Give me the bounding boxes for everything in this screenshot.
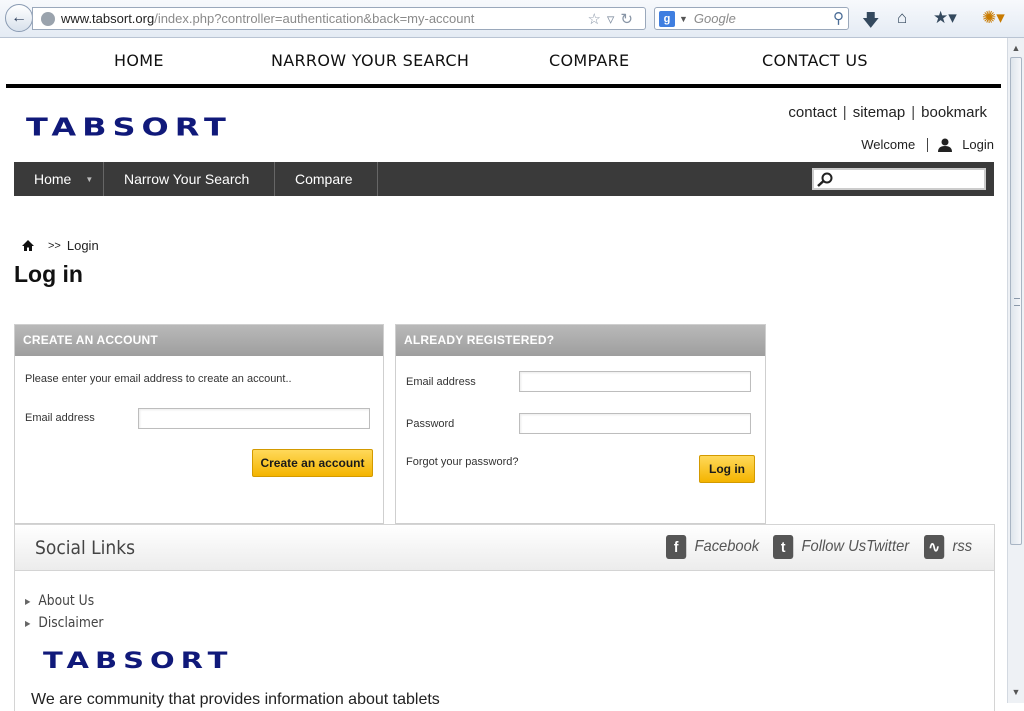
site-logo[interactable]: TABSORT	[26, 112, 232, 142]
menu-narrow-label: Narrow Your Search	[124, 171, 250, 187]
chevron-down-icon: ▼	[85, 174, 94, 184]
scroll-up-icon[interactable]: ▲	[1008, 40, 1024, 56]
url-path: /index.php?controller=authentication&bac…	[154, 11, 475, 26]
password-field[interactable]	[519, 413, 751, 434]
search-placeholder: Google	[693, 11, 736, 26]
breadcrumb: >> Login	[22, 238, 99, 253]
login-link[interactable]: Login	[962, 137, 994, 152]
rss-label: rss	[952, 538, 973, 555]
topnav-narrow-search[interactable]: NARROW YOUR SEARCH	[271, 51, 469, 70]
menu-narrow-search[interactable]: Narrow Your Search	[104, 162, 275, 196]
home-icon[interactable]: ⌂	[897, 8, 907, 28]
search-icon[interactable]: ⚲	[833, 9, 844, 27]
forgot-password-link[interactable]: Forgot your password?	[406, 456, 519, 468]
contact-link[interactable]: contact	[788, 104, 836, 121]
social-links-bar: Social Links f Facebook t Follow UsTwitter…	[14, 524, 995, 571]
dropdown-icon[interactable]: ▿	[607, 11, 621, 28]
twitter-icon: t	[773, 535, 794, 559]
sitemap-link[interactable]: sitemap	[853, 104, 906, 121]
topnav-contact[interactable]: CONTACT US	[762, 51, 868, 70]
top-navigation: HOME NARROW YOUR SEARCH COMPARE CONTACT …	[6, 38, 1001, 88]
breadcrumb-current: Login	[66, 238, 99, 253]
create-account-button[interactable]: Create an account	[252, 449, 373, 477]
browser-toolbar: ← www.tabsort.org/index.php?controller=a…	[0, 0, 1024, 38]
url-actions: ☆▿↻	[587, 10, 639, 28]
disclaimer-label: Disclaimer	[38, 615, 104, 631]
welcome-text: Welcome	[861, 137, 916, 152]
login-panel: ALREADY REGISTERED? Email address Passwo…	[395, 324, 766, 524]
footer-link-about[interactable]: ▶ About Us	[25, 593, 94, 609]
home-icon[interactable]	[22, 240, 34, 251]
download-icon[interactable]: 🡇	[862, 8, 879, 37]
rss-link[interactable]: ∿ rss	[924, 535, 972, 559]
rss-icon: ∿	[924, 535, 945, 559]
footer-link-disclaimer[interactable]: ▶ Disclaimer	[25, 615, 103, 631]
social-links-title: Social Links	[35, 537, 136, 559]
facebook-icon: f	[666, 535, 687, 559]
back-arrow-icon: ←	[11, 9, 27, 26]
login-email-field[interactable]	[519, 371, 751, 392]
footer-description: We are community that provides informati…	[31, 691, 440, 708]
header-links: contact | sitemap | bookmark	[788, 104, 987, 121]
facebook-link[interactable]: f Facebook	[666, 535, 759, 559]
back-button[interactable]: ←	[5, 4, 33, 32]
menu-compare-label: Compare	[295, 171, 353, 187]
user-icon	[938, 138, 953, 152]
create-account-panel: CREATE AN ACCOUNT Please enter your emai…	[14, 324, 384, 524]
twitter-link[interactable]: t Follow UsTwitter	[773, 535, 909, 559]
facebook-label: Facebook	[694, 538, 760, 555]
login-heading: ALREADY REGISTERED?	[396, 325, 765, 356]
menu-home[interactable]: Home ▼	[14, 162, 104, 196]
browser-search-input[interactable]: g ▼ Google ⚲	[654, 7, 849, 30]
reload-icon[interactable]: ↻	[620, 11, 639, 28]
login-button[interactable]: Log in	[699, 455, 755, 483]
twitter-label: Follow UsTwitter	[801, 538, 910, 555]
scroll-down-icon[interactable]: ▼	[1008, 684, 1024, 700]
bookmark-star-icon[interactable]: ☆	[587, 11, 606, 28]
create-account-intro: Please enter your email address to creat…	[25, 373, 292, 385]
menu-compare[interactable]: Compare	[275, 162, 378, 196]
about-label: About Us	[38, 593, 95, 609]
caret-right-icon: ▶	[25, 596, 31, 606]
address-bar[interactable]: www.tabsort.org/index.php?controller=aut…	[32, 7, 646, 30]
google-icon[interactable]: g	[659, 10, 675, 27]
password-label: Password	[406, 418, 455, 430]
create-account-heading: CREATE AN ACCOUNT	[15, 325, 383, 356]
welcome-bar: Welcome Login	[861, 137, 994, 152]
footer: ▶ About Us ▶ Disclaimer TABSORT We are com…	[14, 571, 995, 711]
menu-home-label: Home	[34, 171, 72, 187]
bookmarks-menu-icon[interactable]: ★▾	[933, 8, 957, 28]
footer-logo: TABSORT	[43, 647, 234, 674]
login-email-label: Email address	[406, 376, 476, 388]
search-icon[interactable]	[816, 172, 834, 188]
addon-icon[interactable]: ✺▾	[982, 8, 1005, 28]
scroll-thumb[interactable]	[1010, 57, 1022, 545]
breadcrumb-separator: >>	[48, 239, 61, 252]
site-search-input[interactable]	[812, 168, 986, 190]
topnav-compare[interactable]: COMPARE	[549, 51, 629, 70]
vertical-scrollbar[interactable]: ▲ ▼	[1007, 38, 1024, 703]
url-domain: www.tabsort.org	[61, 11, 155, 26]
create-email-label: Email address	[25, 412, 95, 424]
bookmark-link[interactable]: bookmark	[921, 104, 987, 121]
chevron-down-icon[interactable]: ▼	[679, 14, 688, 24]
page-title: Log in	[14, 261, 83, 287]
topnav-home[interactable]: HOME	[114, 51, 164, 70]
caret-right-icon: ▶	[25, 618, 31, 628]
main-menu: Home ▼ Narrow Your Search Compare	[14, 162, 994, 196]
globe-icon	[41, 11, 55, 26]
create-email-field[interactable]	[138, 408, 370, 429]
